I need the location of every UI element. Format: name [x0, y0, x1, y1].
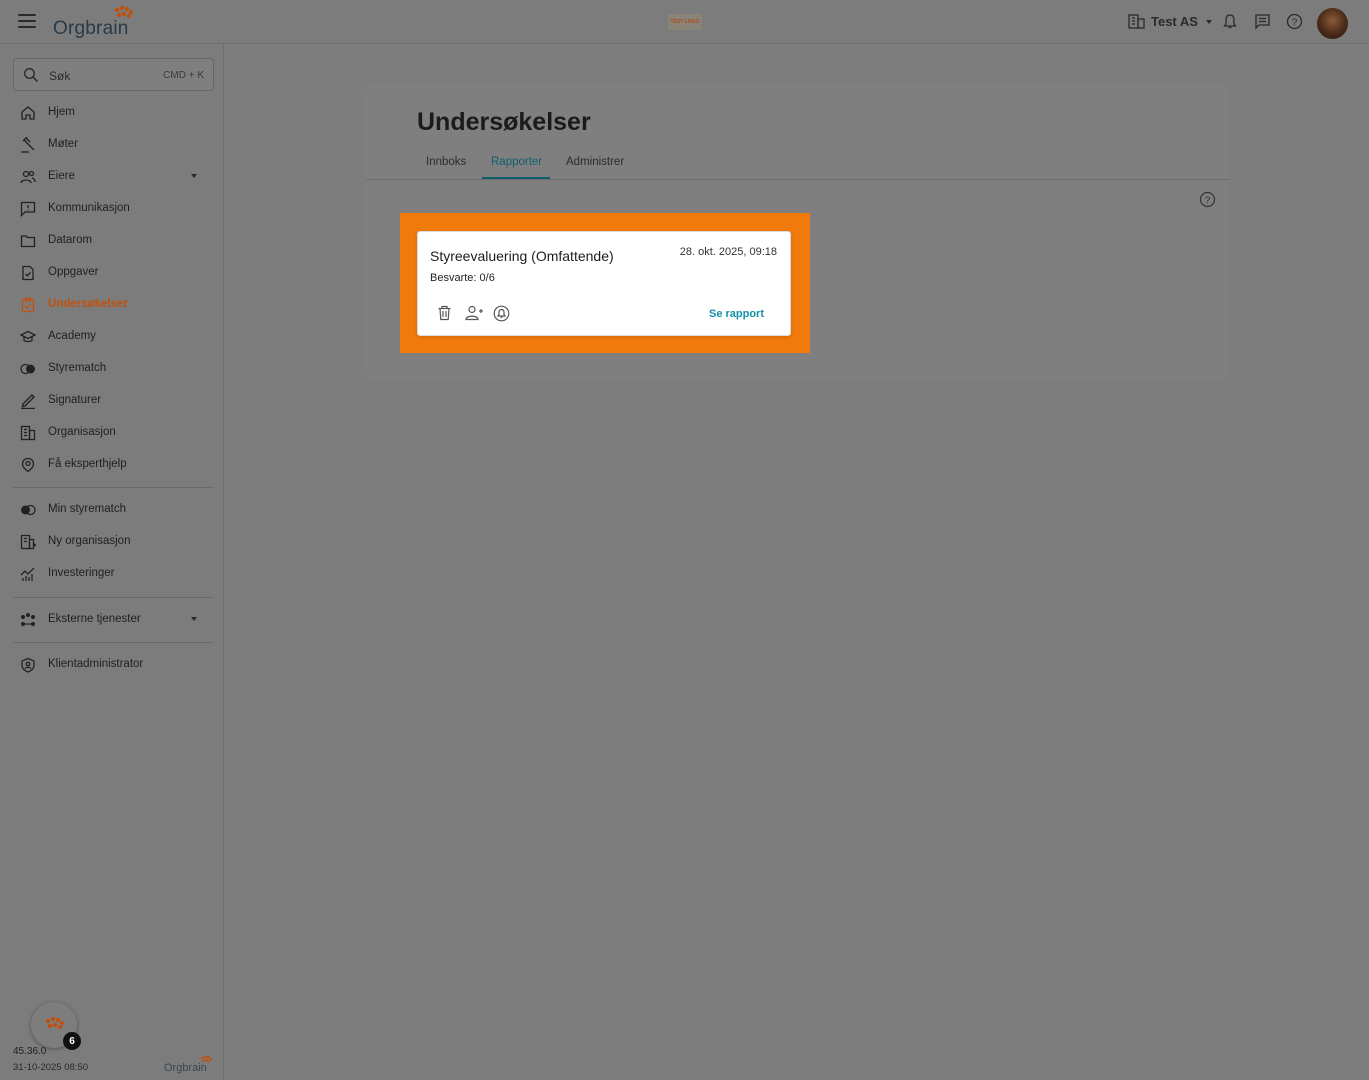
- bell-circle-icon: [493, 305, 510, 322]
- brand-logo[interactable]: Orgbrain: [53, 5, 133, 40]
- sidebar-item-moter[interactable]: Møter: [0, 130, 224, 160]
- view-report-link[interactable]: Se rapport: [709, 308, 764, 320]
- signature-icon: [21, 394, 35, 409]
- folder-icon: [20, 235, 36, 248]
- sidebar-item-ny-organisasjon[interactable]: Ny organisasjon: [0, 527, 224, 557]
- sidebar-item-investeringer[interactable]: Investeringer: [0, 559, 224, 589]
- expert-icon: [21, 457, 35, 473]
- avatar[interactable]: [1317, 8, 1348, 39]
- search-placeholder: Søk: [49, 69, 71, 83]
- search-input[interactable]: Søk CMD + K: [13, 58, 214, 91]
- footer-logo: Orgbrain: [164, 1055, 212, 1074]
- search-shortcut: CMD + K: [163, 70, 204, 81]
- tab-innboks[interactable]: Innboks: [426, 156, 466, 168]
- app-version: 45.36.0: [13, 1046, 47, 1057]
- person-add-icon: [465, 305, 483, 321]
- top-bar: Orgbrain TEST LOGO Test AS ?: [0, 0, 1369, 44]
- org-name: Test AS: [1151, 14, 1198, 29]
- brain-logo-icon: [201, 1055, 212, 1063]
- shield-icon: [21, 657, 35, 673]
- trash-icon: [438, 305, 451, 321]
- building-icon: [1128, 14, 1145, 29]
- brain-logo-icon: [45, 1016, 64, 1029]
- sidebar-item-min-styrematch[interactable]: Min styrematch: [0, 495, 224, 525]
- bell-icon[interactable]: [1222, 13, 1238, 30]
- sidebar-item-undersokelser[interactable]: Undersøkelser: [0, 290, 224, 320]
- card-actions: [437, 305, 510, 322]
- match-icon: [20, 363, 35, 375]
- chevron-down-icon: [191, 617, 197, 621]
- academy-icon: [20, 330, 36, 343]
- gavel-icon: [21, 137, 35, 153]
- sidebar-divider: [13, 487, 214, 488]
- sidebar-item-oppgaver[interactable]: Oppgaver: [0, 258, 224, 288]
- sidebar-item-klientadministrator[interactable]: Klientadministrator: [0, 650, 224, 680]
- chat-icon[interactable]: [1254, 13, 1271, 30]
- sidebar-item-datarom[interactable]: Datarom: [0, 226, 224, 256]
- sidebar-item-kommunikasjon[interactable]: Kommunikasjon: [0, 194, 224, 224]
- card-date: 28. okt. 2025, 09:18: [679, 246, 777, 258]
- tab-administrer[interactable]: Administrer: [566, 156, 624, 168]
- sidebar-item-hjem[interactable]: Hjem: [0, 98, 224, 128]
- active-tab-indicator: [482, 177, 550, 179]
- chevron-down-icon: [191, 174, 197, 178]
- menu-icon[interactable]: [18, 14, 36, 28]
- brain-logo-icon: [114, 5, 133, 18]
- sidebar-item-eiere[interactable]: Eiere: [0, 162, 224, 192]
- sidebar-item-academy[interactable]: Academy: [0, 322, 224, 352]
- sidebar: Søk CMD + K Hjem Møter Eiere Kommunikasj…: [0, 44, 224, 1080]
- page-title: Undersøkelser: [417, 108, 591, 136]
- message-alert-icon: [20, 201, 36, 217]
- home-icon: [21, 106, 35, 120]
- people-icon: [20, 170, 36, 184]
- search-icon: [23, 67, 39, 83]
- svg-text:?: ?: [1205, 195, 1211, 206]
- sidebar-divider: [13, 597, 214, 598]
- network-icon: [21, 613, 35, 626]
- survey-report-card[interactable]: Styreevaluering (Omfattende) 28. okt. 20…: [417, 231, 791, 336]
- org-switcher[interactable]: Test AS: [1128, 14, 1212, 29]
- match-icon: [21, 504, 36, 516]
- sidebar-item-organisasjon[interactable]: Organisasjon: [0, 418, 224, 448]
- building-icon: [20, 425, 36, 441]
- sidebar-divider: [13, 642, 214, 643]
- card-answered: Besvarte: 0/6: [430, 272, 495, 284]
- investment-icon: [20, 567, 35, 581]
- survey-icon: [21, 297, 35, 313]
- tab-bar: Innboks Rapporter Administrer: [366, 151, 1229, 180]
- building-add-icon: [20, 534, 36, 550]
- notification-badge: 6: [63, 1032, 81, 1050]
- version-date: 31-10-2025 08:50: [13, 1062, 89, 1073]
- sidebar-item-eksterne-tjenester[interactable]: Eksterne tjenester: [0, 605, 224, 635]
- card-title: Styreevaluering (Omfattende): [430, 248, 614, 264]
- svg-text:?: ?: [1292, 17, 1298, 28]
- chevron-down-icon: [1205, 19, 1212, 24]
- sidebar-item-signaturer[interactable]: Signaturer: [0, 386, 224, 416]
- sidebar-item-styrematch[interactable]: Styrematch: [0, 354, 224, 384]
- tab-rapporter[interactable]: Rapporter: [491, 156, 542, 168]
- task-icon: [22, 265, 34, 281]
- sidebar-item-eksperthjelp[interactable]: Få eksperthjelp: [0, 450, 224, 480]
- add-respondent-button[interactable]: [465, 305, 483, 322]
- org-logo: TEST LOGO: [668, 14, 702, 30]
- help-icon[interactable]: ?: [1286, 13, 1303, 30]
- delete-button[interactable]: [437, 305, 454, 322]
- reminder-button[interactable]: [493, 305, 510, 322]
- help-icon[interactable]: ?: [1199, 191, 1216, 208]
